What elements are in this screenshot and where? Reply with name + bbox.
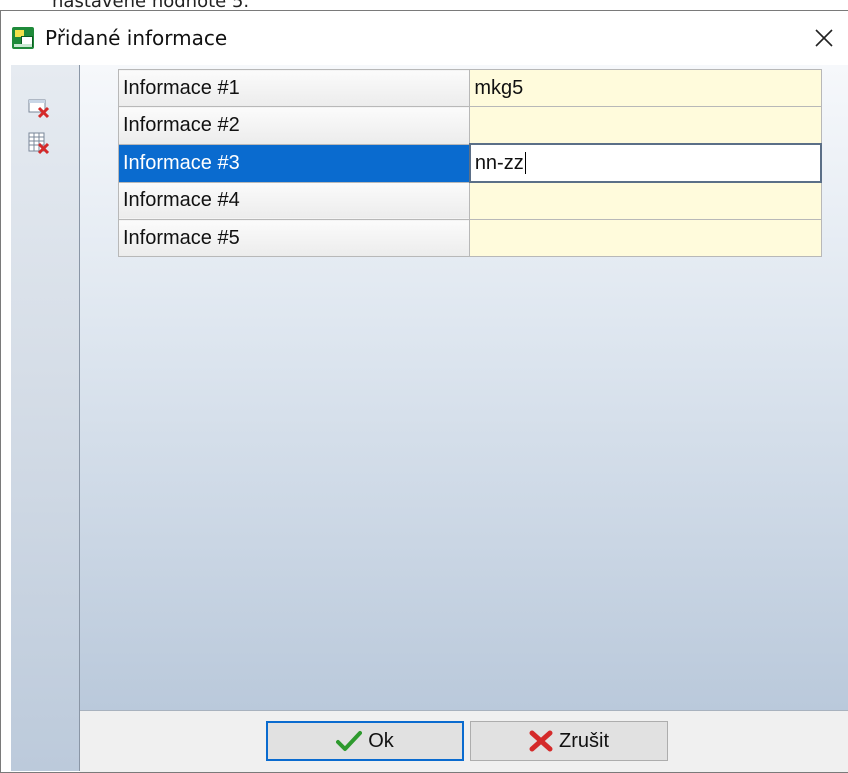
delete-table-button[interactable] [27,131,51,155]
row-value-input[interactable] [469,106,822,145]
row-value-input[interactable] [469,181,822,220]
close-icon [815,29,833,47]
row-label[interactable]: Informace #5 [117,219,471,257]
text-caret [524,152,526,175]
row-label[interactable]: Informace #3 [117,143,471,183]
row-label[interactable]: Informace #1 [117,69,471,107]
title-bar: Přidané informace [1,11,848,65]
row-label[interactable]: Informace #4 [117,181,471,220]
side-toolbar [11,65,80,771]
property-grid-area: Informace #1 mkg5 Informace #2 Informace… [80,65,848,710]
delete-table-icon [28,132,50,155]
dialog-window: Přidané informace Informace #1 mkg5 Info… [0,10,848,773]
delete-row-button[interactable] [27,95,51,119]
grid-row[interactable]: Informace #4 [117,181,822,220]
cancel-x-icon [529,730,553,752]
cancel-label: Zrušit [559,729,609,752]
row-value-input[interactable] [469,219,822,257]
info-grid: Informace #1 mkg5 Informace #2 Informace… [117,69,823,257]
dialog-title: Přidané informace [45,26,228,50]
row-label[interactable]: Informace #2 [117,106,471,145]
app-icon [12,27,34,49]
delete-row-icon [28,99,50,119]
row-value-input-editing[interactable]: nn-zz [468,143,823,183]
row-value-text: nn-zz [474,151,524,174]
button-bar: Ok Zrušit [80,710,848,772]
grid-row-selected[interactable]: Informace #3 nn-zz [117,143,823,183]
grid-row[interactable]: Informace #1 mkg5 [117,69,822,107]
ok-label: Ok [368,729,394,752]
row-value-input[interactable]: mkg5 [469,69,822,107]
ok-button[interactable]: Ok [266,721,464,761]
close-button[interactable] [800,11,848,65]
cancel-button[interactable]: Zrušit [470,721,668,761]
grid-row[interactable]: Informace #2 [117,106,822,145]
grid-row[interactable]: Informace #5 [117,219,822,257]
checkmark-icon [336,731,363,751]
